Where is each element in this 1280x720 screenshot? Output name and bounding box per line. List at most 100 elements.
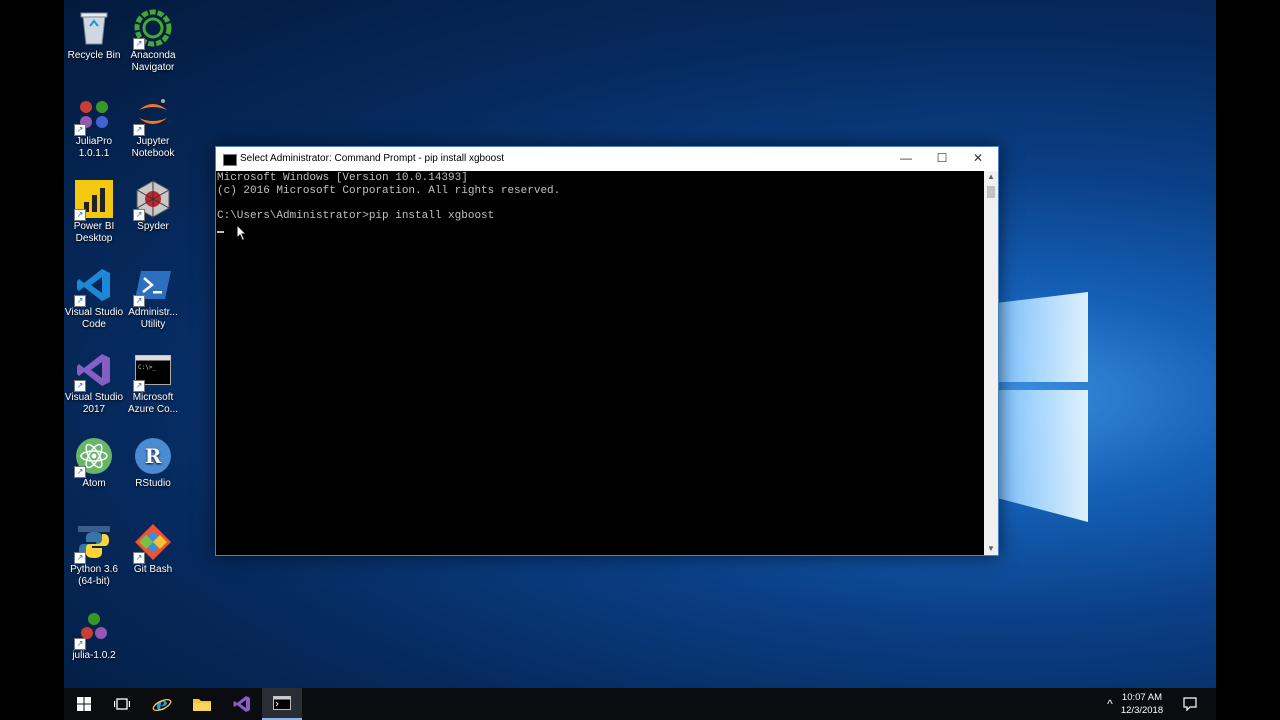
visual-studio-taskbar-button[interactable]: [222, 688, 262, 720]
python-icon: ↗: [74, 522, 114, 564]
taskbar: e ^ 10:07 AM 12/3/2018: [64, 688, 1216, 720]
clock-time: 10:07 AM: [1121, 692, 1163, 703]
recycle-bin-icon: [74, 8, 114, 48]
desktop-icon-label: Administr... Utility: [128, 307, 178, 330]
desktop-icon-label: Visual Studio 2017: [64, 392, 124, 415]
console-line: Microsoft Windows [Version 10.0.14393]: [217, 172, 468, 184]
juliapro-icon: ↗: [74, 94, 114, 136]
desktop: Recycle Bin ↗ JuliaPro 1.0.1.1 ↗ Power B…: [64, 0, 1216, 720]
vertical-scrollbar[interactable]: ▲ ▼: [984, 171, 998, 555]
shortcut-arrow-icon: ↗: [74, 466, 86, 478]
command-prompt-icon: [223, 154, 237, 166]
shortcut-arrow-icon: ↗: [133, 38, 145, 50]
desktop-icon-rstudio[interactable]: R RStudio: [123, 432, 183, 490]
task-view-icon: [114, 698, 130, 710]
spyder-icon: ↗: [133, 179, 173, 221]
wallpaper-pane-bottom: [998, 390, 1088, 522]
azure-console-icon: C:\>_ ↗: [133, 350, 173, 392]
desktop-icon-label: Atom: [82, 478, 106, 489]
desktop-icon-label: Recycle Bin: [67, 50, 121, 61]
desktop-icon-label: Microsoft Azure Co...: [127, 392, 179, 415]
shortcut-arrow-icon: ↗: [74, 638, 86, 650]
powershell-icon: ↗: [133, 265, 173, 307]
close-button[interactable]: ✕: [960, 147, 996, 171]
desktop-icon-jupyter[interactable]: ↗ Jupyter Notebook: [123, 90, 183, 160]
console-line: (c) 2016 Microsoft Corporation. All righ…: [217, 184, 561, 197]
desktop-icon-recycle-bin[interactable]: Recycle Bin: [64, 4, 124, 62]
internet-explorer-button[interactable]: e: [142, 688, 182, 720]
desktop-icon-label: julia-1.0.2: [72, 650, 116, 661]
desktop-icon-powerbi[interactable]: ↗ Power BI Desktop: [64, 175, 124, 245]
desktop-icon-atom[interactable]: ↗ Atom: [64, 432, 124, 490]
svg-text:C:\>_: C:\>_: [138, 364, 156, 371]
atom-icon: ↗: [74, 436, 114, 478]
jupyter-icon: ↗: [133, 94, 173, 136]
visual-studio-icon: ↗: [74, 350, 114, 392]
internet-explorer-icon: e: [152, 694, 172, 714]
desktop-icon-label: Jupyter Notebook: [131, 136, 175, 159]
visual-studio-icon: [233, 696, 250, 712]
command-prompt-icon: [273, 696, 291, 710]
desktop-icon-anaconda[interactable]: ↗ Anaconda Navigator: [123, 4, 183, 74]
maximize-button[interactable]: ☐: [924, 147, 960, 171]
action-center-button[interactable]: [1172, 688, 1208, 720]
svg-text:e: e: [156, 694, 167, 714]
shortcut-arrow-icon: ↗: [133, 295, 145, 307]
git-bash-icon: ↗: [133, 522, 173, 564]
shortcut-arrow-icon: ↗: [74, 209, 86, 221]
window-title-bar[interactable]: Select Administrator: Command Prompt - p…: [216, 147, 998, 171]
system-clock[interactable]: 10:07 AM 12/3/2018: [1112, 688, 1172, 720]
desktop-icon-juliapro[interactable]: ↗ JuliaPro 1.0.1.1: [64, 90, 124, 160]
desktop-icon-label: Git Bash: [133, 564, 173, 575]
desktop-icon-git-bash[interactable]: ↗ Git Bash: [123, 518, 183, 576]
rstudio-icon: R: [133, 436, 173, 476]
window-title: Select Administrator: Command Prompt - p…: [240, 153, 504, 164]
anaconda-icon: ↗: [133, 8, 173, 50]
powerbi-icon: ↗: [74, 179, 114, 221]
desktop-icon-visual-studio[interactable]: ↗ Visual Studio 2017: [64, 346, 124, 416]
shortcut-arrow-icon: ↗: [133, 380, 145, 392]
desktop-icon-label: Power BI Desktop: [73, 221, 115, 244]
scroll-up-icon[interactable]: ▲: [984, 171, 998, 183]
vscode-icon: ↗: [74, 265, 114, 307]
notification-icon: [1183, 697, 1197, 711]
command-prompt-taskbar-button[interactable]: [262, 688, 302, 720]
shortcut-arrow-icon: ↗: [133, 124, 145, 136]
shortcut-arrow-icon: ↗: [133, 209, 145, 221]
desktop-icon-label: JuliaPro 1.0.1.1: [75, 136, 113, 159]
wallpaper-pane-top: [998, 292, 1088, 382]
clock-date: 12/3/2018: [1120, 705, 1164, 716]
console-line: C:\Users\Administrator>pip install xgboo…: [217, 209, 495, 222]
desktop-icon-label: Anaconda Navigator: [130, 50, 176, 73]
desktop-icon-vscode[interactable]: ↗ Visual Studio Code: [64, 261, 124, 331]
desktop-icon-python[interactable]: ↗ Python 3.6 (64-bit): [64, 518, 124, 588]
desktop-icon-label: Python 3.6 (64-bit): [70, 564, 118, 587]
start-button[interactable]: [64, 688, 104, 720]
start-icon: [77, 697, 91, 711]
desktop-icon-julia[interactable]: ↗ julia-1.0.2: [64, 604, 124, 662]
desktop-icon-spyder[interactable]: ↗ Spyder: [123, 175, 183, 233]
shortcut-arrow-icon: ↗: [133, 552, 145, 564]
minimize-button[interactable]: —: [888, 147, 924, 171]
desktop-icon-admin-utility[interactable]: ↗ Administr... Utility: [123, 261, 183, 331]
shortcut-arrow-icon: ↗: [74, 295, 86, 307]
desktop-icon-azure-console[interactable]: C:\>_ ↗ Microsoft Azure Co...: [123, 346, 183, 416]
shortcut-arrow-icon: ↗: [74, 124, 86, 136]
scroll-thumb[interactable]: [987, 186, 995, 198]
scroll-down-icon[interactable]: ▼: [984, 543, 998, 555]
shortcut-arrow-icon: ↗: [74, 552, 86, 564]
mouse-pointer-icon: [236, 224, 248, 242]
desktop-icon-label: Spyder: [137, 221, 169, 232]
julia-icon: ↗: [74, 608, 114, 650]
desktop-icon-label: Visual Studio Code: [64, 307, 124, 330]
desktop-icon-label: RStudio: [135, 478, 171, 489]
svg-text:R: R: [145, 444, 162, 468]
shortcut-arrow-icon: ↗: [74, 380, 86, 392]
task-view-button[interactable]: [102, 688, 142, 720]
command-prompt-window[interactable]: Select Administrator: Command Prompt - p…: [215, 146, 999, 556]
file-explorer-icon: [193, 699, 211, 711]
text-cursor: [217, 231, 224, 233]
file-explorer-button[interactable]: [182, 688, 222, 720]
console-output[interactable]: Microsoft Windows [Version 10.0.14393] (…: [216, 171, 984, 555]
